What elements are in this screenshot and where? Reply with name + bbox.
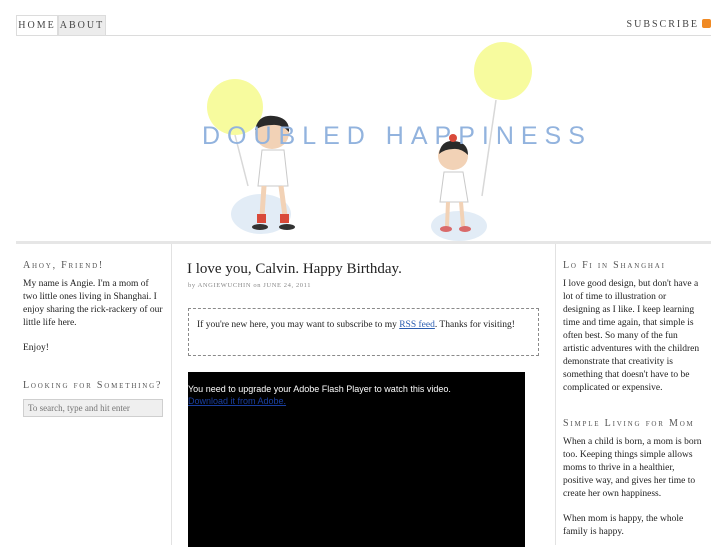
meta-on: on [253,282,262,289]
post-meta: by ANGIEWUCHIN on JUNE 24, 2011 [188,282,311,289]
subscribe-link[interactable]: SUBSCRIBE [627,15,711,35]
simple-living-paragraph: When mom is happy, the whole family is h… [563,514,684,537]
tab-home[interactable]: HOME [16,15,58,35]
post-date: JUNE 24, 2011 [263,282,312,289]
header-banner[interactable]: DOUBLED HAPPINESS [16,36,711,242]
widget-title-simple-living: Simple Living for Mom [563,418,695,429]
meta-by: by [188,282,196,289]
widget-text-ahoy: My name is Angie. I'm a mom of two littl… [23,278,165,367]
notice-text: If you're new here, you may want to subs… [197,320,397,330]
rss-icon[interactable] [702,19,711,29]
tab-about[interactable]: ABOUT [58,15,106,35]
widget-text-lofi: I love good design, but don't have a lot… [563,279,700,393]
ahoy-paragraph: Enjoy! [23,343,49,353]
rss-feed-link[interactable]: RSS feed [399,320,435,330]
post-author[interactable]: ANGIEWUCHIN [198,282,252,289]
ahoy-paragraph: My name is Angie. I'm a mom of two littl… [23,279,163,328]
widget-text-simple-living: When a child is born, a mom is born too.… [563,436,705,551]
search-input[interactable] [23,399,163,417]
flash-upgrade-message: You need to upgrade your Adobe Flash Pla… [188,384,451,394]
video-player[interactable]: You need to upgrade your Adobe Flash Pla… [188,372,525,547]
widget-title-lofi: Lo Fi in Shanghai [563,260,666,271]
left-sidebar: Ahoy, Friend! My name is Angie. I'm a mo… [16,244,172,545]
site-title[interactable]: DOUBLED HAPPINESS [202,122,592,151]
post-title[interactable]: I love you, Calvin. Happy Birthday. [187,261,402,278]
notice-text-end: . Thanks for visiting! [434,320,515,330]
right-sidebar: Lo Fi in Shanghai I love good design, bu… [555,244,711,545]
download-flash-link[interactable]: Download it from Adobe. [188,396,286,406]
subscribe-label: SUBSCRIBE [626,19,699,30]
balloon-right [474,42,532,100]
simple-living-paragraph: When a child is born, a mom is born too.… [563,437,702,499]
widget-title-search: Looking for Something? [23,380,163,391]
widget-title-ahoy: Ahoy, Friend! [23,260,105,271]
main-content: I love you, Calvin. Happy Birthday. by A… [172,244,555,547]
top-navigation: HOME ABOUT SUBSCRIBE [0,0,727,38]
subscribe-notice: If you're new here, you may want to subs… [188,308,539,356]
